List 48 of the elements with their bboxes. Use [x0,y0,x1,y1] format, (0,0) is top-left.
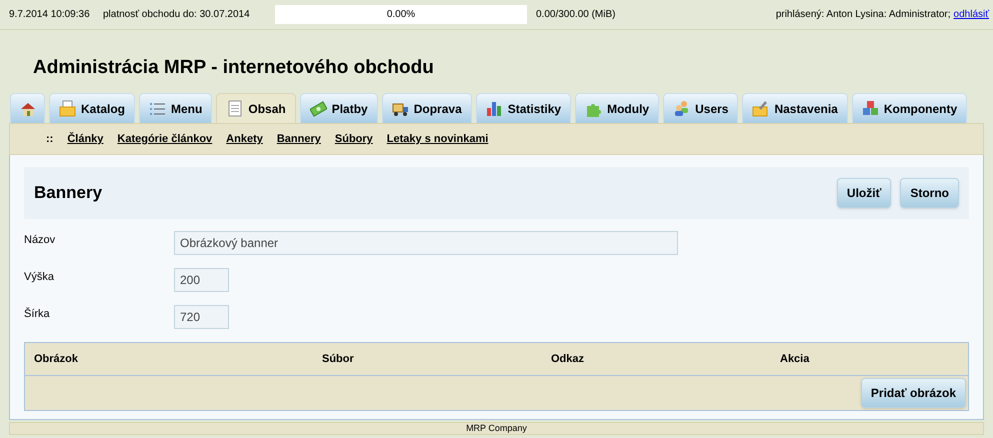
column-header: Obrázok [34,352,80,367]
add-image-button[interactable]: Pridať obrázok [860,378,966,408]
field-label: Názov [24,233,56,248]
form-button[interactable]: Storno [900,178,959,208]
user-info: prihlásený: Anton Lysina: Administrator; [776,8,951,22]
subnav-link[interactable]: Články [67,130,104,148]
storage-reading: 0.00/300.00 (MiB) [536,8,616,22]
page-title: Administrácia MRP - internetového obchodu [33,56,435,80]
tab[interactable]: Komponenty [852,93,968,123]
list-icon [149,100,166,117]
subnav-link[interactable]: Ankety [226,130,263,148]
input-field[interactable]: Obrázkový banner [174,231,678,255]
home-icon [19,100,36,117]
tab[interactable]: Doprava [382,93,472,123]
column-header: Akcia [780,352,810,367]
tab[interactable]: Nastavenia [742,93,848,123]
subnav-link[interactable]: Letaky s novinkami [386,130,488,148]
bar-chart-icon [486,100,503,117]
folder-icon [59,100,76,117]
footer-text: MRP Company [466,423,527,433]
tab[interactable]: Katalog [49,93,136,123]
date-time: 9.7.2014 10:09:36 [9,8,91,22]
tab[interactable]: Platby [300,93,378,123]
tab[interactable]: Menu [139,93,212,123]
document-icon [226,100,244,117]
cubes-icon [862,100,879,117]
column-header: Súbor [322,352,355,367]
logout-link[interactable]: odhlásiť [954,7,989,22]
column-header: Odkaz [551,352,586,367]
validity-text: platnosť obchodu do: 30.07.2014 [103,8,251,22]
tab[interactable]: Users [663,93,738,123]
field-label: Výška [24,270,55,285]
panel-title: Bannery [34,182,102,204]
tab[interactable] [10,93,45,123]
input-field[interactable]: 200 [174,268,229,292]
subnav-link[interactable]: Bannery [276,130,321,148]
folder-wrench-icon [752,100,770,117]
input-field[interactable]: 720 [174,305,229,329]
progress-percent: 0.00% [386,8,416,22]
subnav-link[interactable]: Kategórie článkov [117,130,212,148]
tab[interactable]: Moduly [575,93,660,123]
subnav-link[interactable]: Súbory [334,130,373,148]
form-button[interactable]: Uložiť [836,178,892,208]
field-label: Šírka [24,306,51,322]
tab[interactable]: Statistiky [476,93,572,123]
users-icon [673,100,690,117]
subnav-marker: :: [46,132,54,147]
tab[interactable]: Obsah [216,93,296,123]
